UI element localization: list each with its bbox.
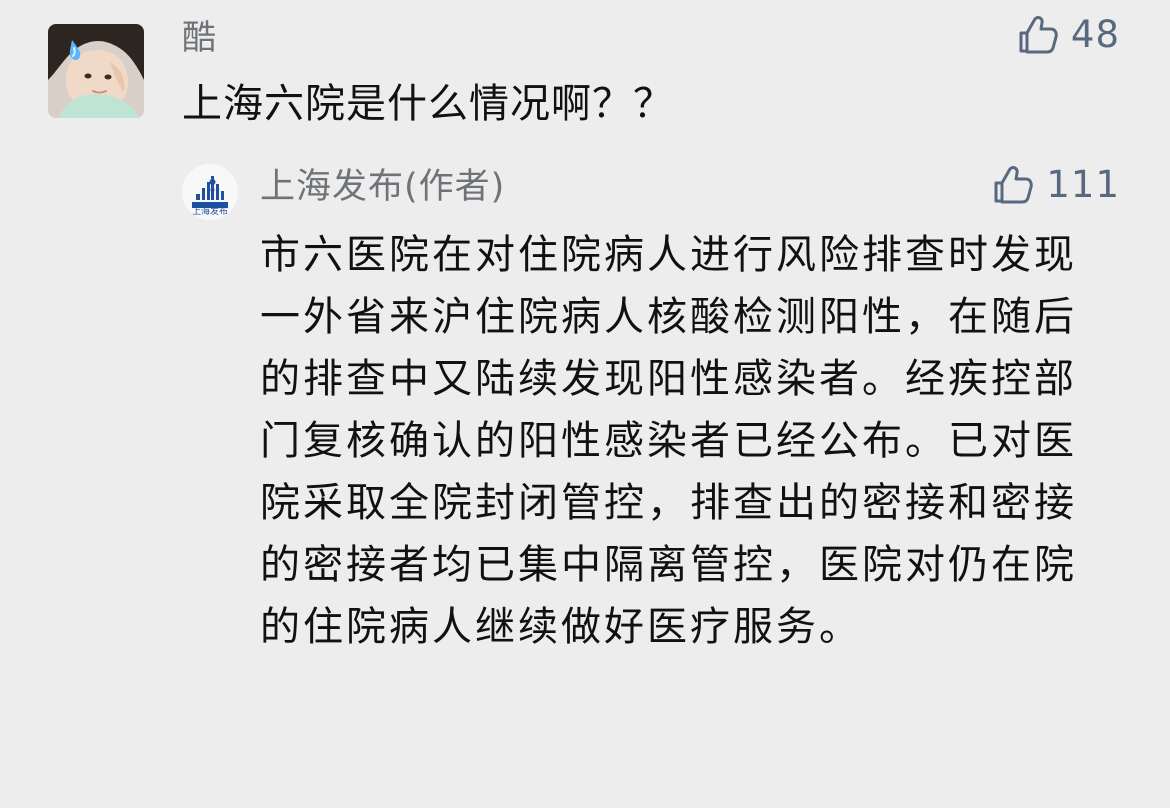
shanghai-skyline-logo: 上海发布 bbox=[182, 164, 238, 220]
child-avatar-image bbox=[48, 24, 144, 118]
user-avatar[interactable] bbox=[48, 24, 144, 118]
reply-text: 市六医院在对住院病人进行风险排查时发现一外省来沪住院病人核酸检测阳性，在随后的排… bbox=[260, 232, 1077, 650]
official-avatar[interactable]: 上海发布 bbox=[182, 164, 238, 220]
official-avatar-label: 上海发布 bbox=[192, 205, 228, 216]
reply-author[interactable]: 上海发布(作者) bbox=[260, 164, 505, 210]
thumbs-up-icon bbox=[994, 166, 1034, 204]
reply-like-button[interactable]: 111 bbox=[990, 160, 1120, 210]
comment-text: 上海六院是什么情况啊？？ bbox=[182, 81, 674, 127]
reply-like-count: 111 bbox=[1046, 163, 1120, 206]
comment-like-count: 48 bbox=[1070, 13, 1120, 56]
thumbs-up-icon bbox=[1019, 16, 1058, 54]
comment-like-button[interactable]: 48 bbox=[1015, 10, 1120, 60]
comment-username[interactable]: 酷 bbox=[182, 16, 217, 60]
